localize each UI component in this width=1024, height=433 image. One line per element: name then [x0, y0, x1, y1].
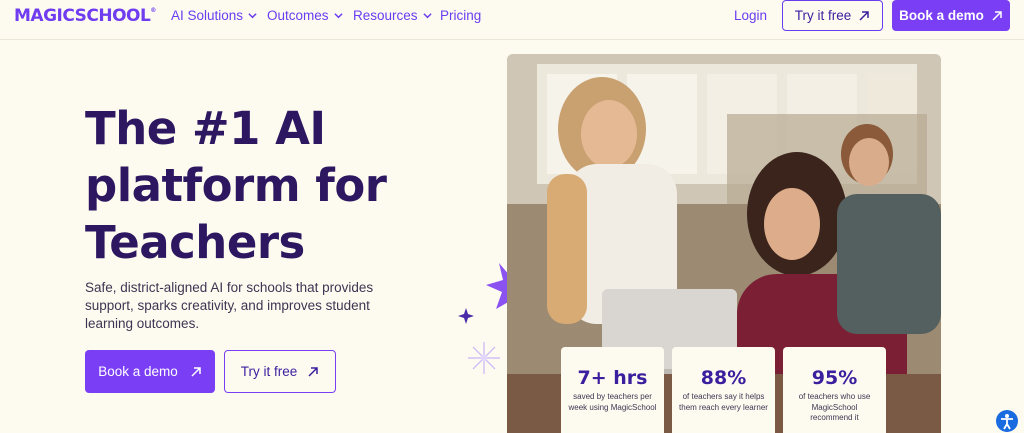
small-star-icon — [458, 308, 474, 324]
nav-resources[interactable]: Resources — [353, 8, 432, 23]
hero-book-demo-button[interactable]: Book a demo — [85, 350, 215, 393]
accessibility-button[interactable] — [996, 410, 1018, 432]
nav-ai-solutions[interactable]: AI Solutions — [171, 8, 257, 23]
nav-try-free-label: Try it free — [794, 8, 852, 23]
arrow-up-right-icon — [992, 10, 1002, 21]
chevron-down-icon — [248, 13, 257, 19]
stat-description: saved by teachers per week using MagicSc… — [568, 392, 657, 412]
hero-try-free-label: Try it free — [240, 364, 298, 379]
arrow-up-right-icon — [308, 366, 318, 377]
arrow-up-right-icon — [191, 366, 201, 377]
chevron-down-icon — [333, 13, 343, 19]
nav-pricing[interactable]: Pricing — [440, 8, 481, 23]
stat-value: 88% — [700, 367, 747, 389]
nav-resources-label: Resources — [353, 8, 418, 23]
stat-card-hours: 7+ hrs saved by teachers per week using … — [561, 347, 664, 433]
headline-line-1: The #1 AI — [85, 102, 326, 155]
stat-description: of teachers say it helps them reach ever… — [679, 392, 768, 412]
logo-text: MAGICSCHOOL — [14, 6, 151, 26]
stat-value: 7+ hrs — [577, 367, 648, 389]
logo[interactable]: MAGICSCHOOL® — [14, 6, 156, 26]
nav-ai-solutions-label: AI Solutions — [171, 8, 244, 23]
top-nav: MAGICSCHOOL® AI Solutions Outcomes Resou… — [0, 0, 1024, 40]
hero-try-free-button[interactable]: Try it free — [224, 350, 336, 393]
nav-outcomes-label: Outcomes — [267, 8, 329, 23]
chevron-down-icon — [422, 13, 432, 19]
accessibility-icon — [1001, 414, 1013, 430]
glow-sparkle-core — [481, 355, 487, 361]
headline-line-3: Teachers — [85, 216, 305, 269]
logo-registered-mark: ® — [150, 7, 156, 14]
stat-value: 95% — [811, 367, 858, 389]
nav-outcomes[interactable]: Outcomes — [267, 8, 343, 23]
hero-book-demo-label: Book a demo — [98, 364, 178, 379]
arrow-up-right-icon — [859, 10, 869, 21]
nav-book-demo-button[interactable]: Book a demo — [892, 0, 1010, 31]
nav-pricing-label: Pricing — [440, 8, 482, 23]
hero-headline: The #1 AI platform for Teachers — [85, 100, 445, 271]
nav-try-free-button[interactable]: Try it free — [782, 0, 883, 31]
headline-line-2: platform for — [85, 159, 387, 212]
stat-description: of teachers who use MagicSchool recommen… — [798, 392, 871, 422]
nav-book-demo-label: Book a demo — [899, 8, 984, 23]
login-link[interactable]: Login — [734, 8, 767, 23]
stat-card-reach: 88% of teachers say it helps them reach … — [672, 347, 775, 433]
stat-card-recommend: 95% of teachers who use MagicSchool reco… — [783, 347, 886, 433]
hero-subtitle: Safe, district-aligned AI for schools th… — [85, 280, 374, 331]
